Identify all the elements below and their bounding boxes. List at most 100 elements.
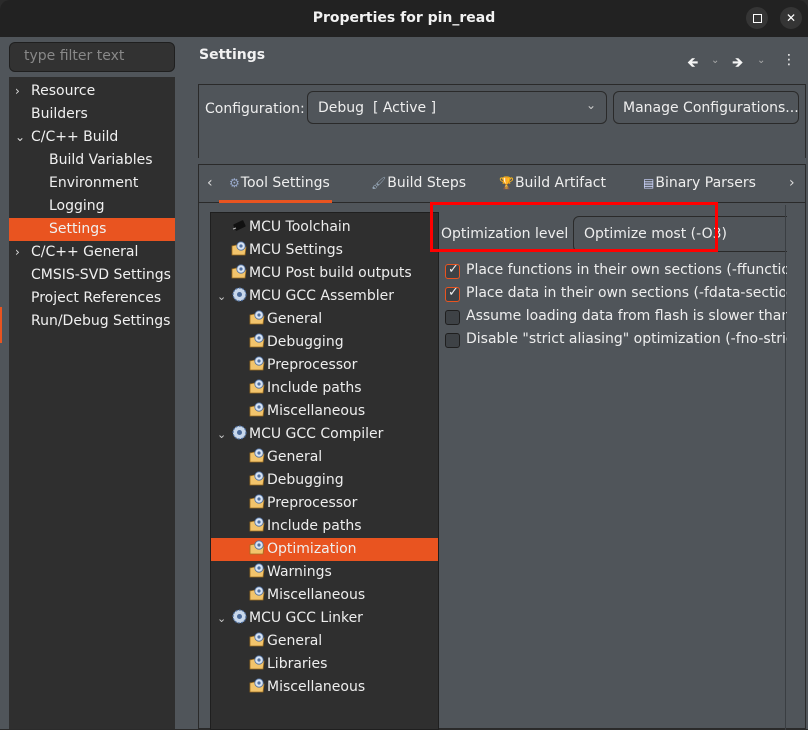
tool-tree-item[interactable]: General	[211, 630, 438, 653]
nav-item-logging[interactable]: Logging	[9, 195, 175, 218]
tool-tree-item-label: Miscellaneous	[267, 403, 366, 419]
checkbox-unchecked[interactable]	[445, 310, 460, 325]
tool-tree-item[interactable]: Miscellaneous	[211, 400, 438, 423]
tool-tree-item[interactable]: Miscellaneous	[211, 584, 438, 607]
checkbox-checked[interactable]	[445, 285, 460, 302]
nav-item-label: Builders	[31, 106, 88, 122]
tool-tree-item-label: Warnings	[267, 564, 332, 580]
tool-tree-item[interactable]: Include paths	[211, 515, 438, 538]
tab-build-steps[interactable]: 🖌Build Steps	[371, 175, 466, 191]
option-label: Place functions in their own sections (-…	[466, 262, 787, 278]
nav-item-environment[interactable]: Environment	[9, 172, 175, 195]
nav-item-project-references[interactable]: Project References	[9, 287, 175, 310]
nav-item-c-c-general[interactable]: › C/C++ General	[9, 241, 175, 264]
tool-tree-item-label: General	[267, 449, 323, 465]
tool-gear-icon	[231, 286, 248, 303]
nav-item-label: Settings	[49, 221, 107, 237]
option-category-icon	[249, 355, 266, 372]
tool-tree-item[interactable]: ⌄ MCU GCC Linker	[211, 607, 438, 630]
forward-history-icon[interactable]: ⌄	[757, 55, 765, 66]
tool-tree-item-label: Libraries	[267, 656, 328, 672]
tool-tree-item-label: MCU GCC Linker	[249, 610, 363, 626]
nav-item-cmsis-svd-settings[interactable]: CMSIS-SVD Settings	[9, 264, 175, 287]
tool-tree-item[interactable]: Debugging	[211, 331, 438, 354]
nav-item-c-c-build[interactable]: ⌄ C/C++ Build	[9, 126, 175, 149]
tool-tree-item[interactable]: Include paths	[211, 377, 438, 400]
page-title: Settings	[199, 47, 266, 63]
chevron-right-icon[interactable]: ›	[15, 241, 27, 264]
option-category-icon	[249, 401, 266, 418]
tool-tree-item[interactable]: MCU Settings	[211, 239, 438, 262]
forward-arrow-icon[interactable]: 🡺	[732, 52, 743, 76]
tool-tree-item[interactable]: MCU Post build outputs	[211, 262, 438, 285]
tool-tree-item-label: Include paths	[267, 380, 362, 396]
tool-tree-item-label: Preprocessor	[267, 357, 358, 373]
nav-item-label: C/C++ Build	[31, 129, 119, 145]
tool-tree-item[interactable]: General	[211, 308, 438, 331]
option-category-icon	[231, 240, 248, 257]
active-tab-indicator	[219, 200, 332, 203]
tool-tree-item[interactable]: Debugging	[211, 469, 438, 492]
option-category-icon	[249, 516, 266, 533]
tab-tool-settings[interactable]: ⚙Tool Settings	[229, 175, 330, 191]
manage-configurations-button[interactable]: Manage Configurations...	[613, 91, 799, 124]
tab-build-artifact[interactable]: 🏆Build Artifact	[499, 175, 606, 191]
tool-tree-item[interactable]: ⌄ MCU GCC Compiler	[211, 423, 438, 446]
tool-tree-item-label: Preprocessor	[267, 495, 358, 511]
tab-binary-parsers[interactable]: ▤Binary Parsers	[643, 175, 756, 191]
highlight-annotation-box	[430, 202, 718, 252]
tool-tree-item[interactable]: Warnings	[211, 561, 438, 584]
chevron-down-icon[interactable]: ⌄	[217, 285, 226, 308]
tool-tree-item-label: Debugging	[267, 472, 344, 488]
tool-tree-item[interactable]: MCU Toolchain	[211, 216, 438, 239]
chevron-right-icon[interactable]: ›	[15, 80, 27, 103]
tool-tree-item[interactable]: General	[211, 446, 438, 469]
configuration-label: Configuration:	[205, 101, 305, 117]
tab-bar: ‹ ⚙Tool Settings 🖌Build Steps 🏆Build Art…	[199, 165, 805, 203]
tool-tree-item[interactable]: Preprocessor	[211, 492, 438, 515]
build-steps-icon: 🖌	[371, 176, 387, 190]
tool-settings-tree: MCU Toolchain MCU Settings MCU Post build …	[210, 212, 439, 730]
nav-item-resource[interactable]: › Resource	[9, 80, 175, 103]
chevron-down-icon[interactable]: ⌄	[217, 423, 226, 446]
tool-tree-item[interactable]: ⌄ MCU GCC Assembler	[211, 285, 438, 308]
option-category-icon	[249, 631, 266, 648]
chevron-down-icon[interactable]: ⌄	[217, 607, 226, 630]
filter-input[interactable]: type filter text	[9, 42, 175, 72]
tool-tree-item[interactable]: Optimization	[211, 538, 438, 561]
view-menu-icon[interactable]: ⋮	[782, 52, 796, 68]
option-category-icon	[249, 378, 266, 395]
option-category-icon	[231, 263, 248, 280]
tool-tree-item[interactable]: Libraries	[211, 653, 438, 676]
window-title: Properties for pin_read	[312, 10, 496, 26]
tool-tree-item-label: MCU Toolchain	[249, 219, 351, 235]
option-category-icon	[249, 562, 266, 579]
nav-item-label: Resource	[31, 83, 96, 99]
option-label: Place data in their own sections (-fdata…	[466, 285, 787, 301]
configuration-select[interactable]: Debug [ Active ] ⌄	[307, 91, 607, 124]
tool-tree-item-label: General	[267, 311, 323, 327]
tab-scroll-left-icon[interactable]: ‹	[207, 175, 213, 191]
tool-tree-item-label: MCU Post build outputs	[249, 265, 412, 281]
optimization-options-panel: Optimization level Optimize most (-O3) P…	[439, 212, 787, 730]
checkbox-unchecked[interactable]	[445, 333, 460, 348]
chevron-down-icon: ⌄	[585, 98, 596, 112]
tool-tree-item[interactable]: Preprocessor	[211, 354, 438, 377]
option-category-icon	[249, 654, 266, 671]
nav-item-build-variables[interactable]: Build Variables	[9, 149, 175, 172]
panel-scrollbar-track[interactable]	[785, 205, 786, 730]
nav-item-builders[interactable]: Builders	[9, 103, 175, 126]
close-button[interactable]: ✕	[780, 7, 802, 29]
tool-tree-item-label: Miscellaneous	[267, 587, 366, 603]
tool-tree-item[interactable]: Miscellaneous	[211, 676, 438, 699]
nav-item-settings[interactable]: Settings	[9, 218, 175, 241]
nav-item-run-debug-settings[interactable]: Run/Debug Settings	[9, 310, 175, 333]
chevron-down-icon[interactable]: ⌄	[15, 126, 27, 149]
tool-tree-item-label: MCU GCC Assembler	[249, 288, 394, 304]
tab-scroll-right-icon[interactable]: ›	[789, 175, 795, 191]
back-arrow-icon[interactable]: 🡸	[687, 52, 698, 76]
checkbox-checked[interactable]	[445, 262, 460, 279]
tool-gear-icon	[231, 608, 248, 625]
maximize-button[interactable]	[746, 7, 768, 29]
back-history-icon[interactable]: ⌄	[711, 55, 719, 66]
